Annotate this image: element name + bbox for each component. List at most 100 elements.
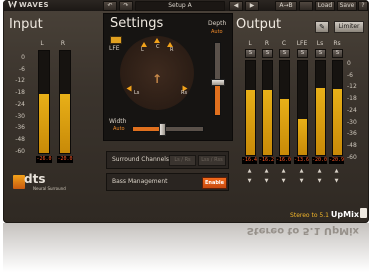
surround-channels-row: Surround Channels Ls / Rs Lss / Rss (106, 151, 229, 169)
depth-slider-handle[interactable] (211, 78, 225, 86)
output-scale-tick: 0 (347, 60, 351, 67)
output-peak-l: -16.4 (242, 157, 258, 164)
gain-down-button-c[interactable]: ▼ (279, 178, 288, 184)
output-meter-l (245, 60, 256, 156)
product-title: UpMix (330, 210, 359, 219)
input-scale-tick: -30 (15, 112, 25, 120)
speaker-label-c: C (156, 44, 160, 50)
depth-label: Depth (208, 20, 227, 27)
speaker-c-icon (154, 38, 160, 43)
gain-up-button-l[interactable]: ▲ (245, 168, 254, 174)
next-setup-button[interactable]: ▶ (245, 1, 259, 11)
input-scale-tick: -18 (15, 89, 25, 97)
solo-button-rs[interactable]: S (332, 49, 343, 58)
output-meter-fill (263, 90, 272, 155)
input-meter-l (38, 50, 50, 154)
upmix-icon (360, 208, 367, 218)
copy-button[interactable] (299, 1, 313, 11)
output-meter-fill (333, 89, 342, 155)
reflection: Stereo to 5.1 UpMix (3, 223, 369, 272)
input-meter-fill (39, 93, 49, 153)
save-button[interactable]: Save (337, 1, 357, 11)
surround-channels-label: Surround Channels (112, 156, 170, 163)
gain-up-button-c[interactable]: ▲ (279, 168, 288, 174)
gain-down-button-r[interactable]: ▼ (262, 178, 271, 184)
solo-button-lfe[interactable]: S (297, 49, 308, 58)
output-channel-label-l: L (248, 40, 252, 47)
top-toolbar: WAVES ↶ ↷ Setup A ◀ ▶ A→B Load Save ? (3, 0, 369, 11)
reflection-title: UpMix (323, 225, 359, 236)
output-meter-fill (298, 119, 307, 155)
output-peak-ls: -20.0 (312, 157, 328, 164)
width-auto-label: Auto (113, 126, 125, 132)
solo-button-l[interactable]: S (245, 49, 256, 58)
bass-management-row: Bass Management Enable (106, 173, 229, 191)
output-meter-fill (316, 88, 325, 155)
output-scale-tick: -60 (347, 153, 357, 161)
output-meter-fill (280, 98, 289, 155)
width-slider[interactable] (132, 123, 204, 136)
speaker-label-r: R (170, 47, 174, 53)
output-scale-tick: -18 (347, 95, 357, 103)
bass-enable-button[interactable]: Enable (202, 177, 227, 189)
dts-logo: dts (24, 172, 46, 186)
output-scale-tick: -6 (347, 71, 353, 79)
input-scale-tick: -6 (19, 65, 25, 73)
setup-name-field[interactable]: Setup A (135, 1, 225, 11)
solo-button-r[interactable]: S (262, 49, 273, 58)
speaker-label-ls: Ls (134, 90, 140, 96)
settings-panel: Settings Depth Auto LFE ↑ L C R Ls Rs Wi… (103, 13, 233, 141)
gain-down-button-lfe[interactable]: ▼ (297, 178, 306, 184)
output-channel-label-ls: Ls (316, 40, 324, 47)
plugin-window: WAVES ↶ ↷ Setup A ◀ ▶ A→B Load Save ? In… (3, 0, 369, 223)
output-channel-label-r: R (264, 40, 270, 47)
input-scale-tick: -48 (15, 135, 25, 143)
width-slider-fill (133, 127, 163, 131)
output-scale-tick: -36 (347, 130, 357, 138)
output-scale-tick: -48 (347, 141, 357, 149)
input-scale-tick: -36 (15, 124, 25, 132)
gain-up-button-ls[interactable]: ▲ (315, 168, 324, 174)
input-peak-l: -26.0 (36, 156, 52, 163)
reflection-text: Stereo to 5.1 UpMix (247, 225, 359, 236)
gain-up-button-lfe[interactable]: ▲ (297, 168, 306, 174)
center-arrow-icon: ↑ (152, 72, 163, 86)
surround-option-ls-rs[interactable]: Ls / Rs (169, 155, 196, 166)
ab-button[interactable]: A→B (275, 1, 297, 11)
help-button[interactable]: ? (358, 1, 368, 11)
load-button[interactable]: Load (315, 1, 335, 11)
input-scale-tick: -24 (15, 100, 25, 108)
gain-down-button-rs[interactable]: ▼ (332, 178, 341, 184)
input-meter-fill (60, 93, 70, 153)
output-meter-c (279, 60, 290, 156)
output-channel-label-rs: Rs (333, 40, 341, 47)
input-scale-tick: -12 (15, 77, 25, 85)
width-slider-handle[interactable] (159, 123, 167, 136)
depth-slider-fill (215, 82, 220, 115)
lfe-toggle[interactable] (110, 36, 122, 44)
output-channel-label-lfe: LFE (296, 40, 308, 47)
limiter-button[interactable]: Limiter (334, 21, 364, 33)
waves-brand-text: WAVES (19, 1, 50, 9)
prev-setup-button[interactable]: ◀ (229, 1, 243, 11)
gain-down-button-l[interactable]: ▼ (245, 178, 254, 184)
redo-button[interactable]: ↷ (119, 1, 133, 11)
depth-slider[interactable] (211, 42, 225, 116)
input-title: Input (9, 17, 43, 32)
input-scale-tick: -60 (15, 147, 25, 155)
depth-auto-label: Auto (211, 29, 223, 35)
gain-up-button-rs[interactable]: ▲ (332, 168, 341, 174)
tool-button[interactable]: ✎ (315, 21, 329, 33)
speaker-label-rs: Rs (181, 90, 188, 96)
dts-subtitle: Neural Surround (33, 186, 66, 191)
output-scale-tick: -12 (347, 83, 357, 91)
undo-button[interactable]: ↶ (103, 1, 117, 11)
gain-up-button-r[interactable]: ▲ (262, 168, 271, 174)
solo-button-ls[interactable]: S (315, 49, 326, 58)
surround-option-lss-rss[interactable]: Lss / Rss (198, 155, 226, 166)
input-scale-tick: 0 (21, 54, 25, 61)
output-scale-tick: -24 (347, 106, 357, 114)
gain-down-button-ls[interactable]: ▼ (315, 178, 324, 184)
solo-button-c[interactable]: S (279, 49, 290, 58)
output-meter-rs (332, 60, 343, 156)
